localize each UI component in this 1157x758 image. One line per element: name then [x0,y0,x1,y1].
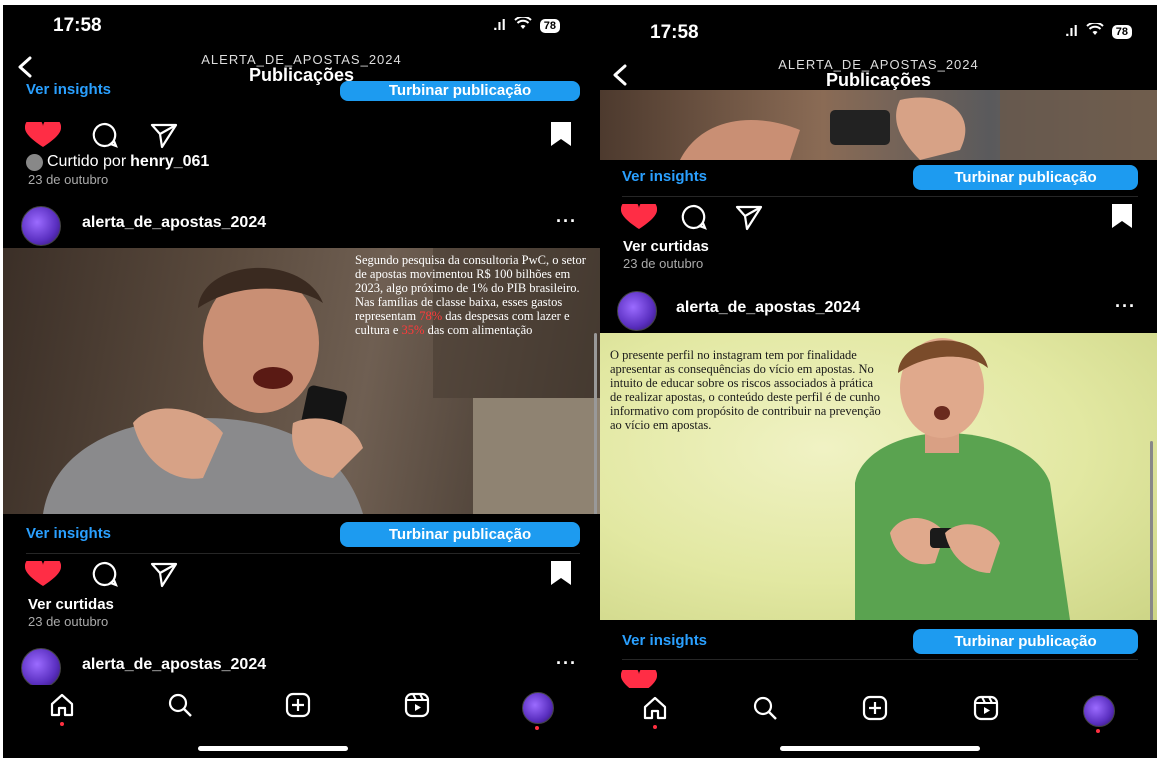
create-icon [863,695,888,721]
liked-by-user[interactable]: henry_061 [130,153,209,171]
phone-screen-left: 17:58 .ıl 78 ALERTA_DE_APOSTAS_2024 Publ… [3,5,600,758]
status-time: 17:58 [53,15,102,36]
view-insights-link[interactable]: Ver insights [26,525,111,542]
tab-profile[interactable] [1082,694,1115,733]
caption-text-3: das com alimentação [424,323,533,337]
post-caption-overlay: O presente perfil no instagram tem por f… [610,348,881,432]
heart-icon[interactable] [24,117,62,153]
tab-reels[interactable] [973,695,999,726]
battery-indicator: 78 [539,18,560,33]
profile-avatar-icon [521,691,554,724]
heart-icon[interactable] [24,556,62,592]
profile-avatar[interactable] [21,206,61,246]
view-likes-link[interactable]: Ver curtidas [623,238,709,255]
post-username[interactable]: alerta_de_apostas_2024 [82,656,266,674]
post-date: 23 de outubro [28,172,109,187]
bookmark-icon[interactable] [549,560,573,591]
post-image[interactable]: Segundo pesquisa da consultoria PwC, o s… [3,248,600,514]
notification-dot [60,722,65,726]
boost-post-button[interactable]: Turbinar publicação [913,165,1138,190]
reels-icon [404,692,429,718]
post-date: 23 de outubro [28,614,109,629]
boost-post-button[interactable]: Turbinar publicação [340,81,580,101]
status-time: 17:58 [650,22,699,43]
share-icon[interactable] [734,203,764,236]
post-username[interactable]: alerta_de_apostas_2024 [82,214,266,232]
liked-by-row: Curtido por henry_061 [26,153,209,171]
comment-icon[interactable] [91,560,119,593]
scrollbar[interactable] [594,333,597,514]
tab-home[interactable] [642,695,668,729]
search-icon [169,693,193,717]
tab-search[interactable] [167,692,193,723]
reels-icon [973,695,998,721]
post-date: 23 de outubro [623,256,704,271]
search-icon [754,696,778,720]
scrollbar[interactable] [1150,441,1153,620]
tab-search[interactable] [752,695,778,726]
notification-dot [653,725,658,729]
home-icon [50,693,74,717]
tab-profile[interactable] [521,691,554,730]
page-title: Publicações [825,70,932,90]
more-icon[interactable]: ··· [556,211,577,232]
tab-bar [600,688,1157,733]
bookmark-icon[interactable] [549,121,573,152]
wifi-icon [1086,21,1104,40]
post-caption-overlay: Segundo pesquisa da consultoria PwC, o s… [355,253,595,337]
tab-home[interactable] [49,692,75,726]
phone-screen-right: 17:58 .ıl 78 ALERTA_DE_APOSTAS_2024 Publ… [600,5,1157,758]
profile-avatar-icon [1082,694,1115,727]
previous-post-photo [680,90,1157,160]
heart-icon[interactable] [620,199,658,235]
bookmark-icon[interactable] [1110,203,1134,234]
battery-indicator: 78 [1111,24,1132,39]
post-image[interactable] [600,90,1157,160]
tab-bar [3,685,600,730]
more-icon[interactable]: ··· [556,653,577,674]
status-icons: .ıl 78 [1065,21,1132,40]
post-image[interactable]: O presente perfil no instagram tem por f… [600,333,1157,620]
profile-avatar[interactable] [617,291,657,331]
caption-highlight-food: 35% [401,323,425,337]
more-icon[interactable]: ··· [1115,296,1136,317]
tab-reels[interactable] [404,692,430,723]
home-indicator [780,746,980,751]
divider [622,196,1138,197]
divider [622,659,1138,660]
signal-icon: .ıl [1065,23,1078,40]
tab-create[interactable] [862,695,888,726]
profile-avatar[interactable] [21,648,61,688]
view-likes-link[interactable]: Ver curtidas [28,596,114,613]
tab-create[interactable] [285,692,311,723]
boost-post-button[interactable]: Turbinar publicação [913,629,1138,654]
home-icon [643,696,667,720]
wifi-icon [514,15,532,34]
status-icons: .ıl 78 [493,15,560,34]
share-icon[interactable] [149,560,179,593]
view-insights-link[interactable]: Ver insights [26,81,111,98]
share-icon[interactable] [149,121,179,154]
signal-icon: .ıl [493,17,506,34]
comment-icon[interactable] [91,121,119,154]
view-insights-link[interactable]: Ver insights [622,168,707,185]
create-icon [286,692,311,718]
comment-icon[interactable] [680,203,708,236]
notification-dot [534,725,539,730]
notification-dot [1095,728,1100,733]
caption-highlight-leisure: 78% [419,309,443,323]
divider [26,553,580,554]
liked-by-prefix: Curtido por [47,153,127,170]
liker-avatar [26,153,43,171]
view-insights-link[interactable]: Ver insights [622,632,707,649]
post-username[interactable]: alerta_de_apostas_2024 [676,299,860,317]
home-indicator [198,746,348,751]
boost-post-button[interactable]: Turbinar publicação [340,522,580,547]
